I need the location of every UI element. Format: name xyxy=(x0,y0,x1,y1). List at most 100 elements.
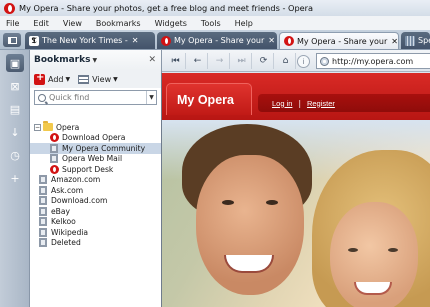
list-item[interactable]: Deleted xyxy=(30,238,161,249)
history-panel-icon[interactable]: ◷ xyxy=(6,146,24,164)
bookmark-label: Opera Web Mail xyxy=(62,154,123,164)
globe-icon xyxy=(320,56,329,66)
chevron-down-icon[interactable]: ▼ xyxy=(146,91,156,104)
quick-find-box: ▼ xyxy=(34,90,157,105)
menu-file[interactable]: File xyxy=(6,19,19,28)
list-item[interactable]: Amazon.com xyxy=(30,175,161,186)
close-icon[interactable]: ✕ xyxy=(268,36,275,45)
mail-panel-icon[interactable]: ⊠ xyxy=(6,77,24,95)
menu-edit[interactable]: Edit xyxy=(33,19,49,28)
menu-view[interactable]: View xyxy=(63,19,82,28)
bookmarks-panel-icon[interactable]: ▣ xyxy=(6,54,24,72)
navigation-toolbar: ⏮ ← → ⏭ ⟳ ⌂ i http://my.opera.com xyxy=(162,50,430,72)
window-title: My Opera - Share your photos, get a free… xyxy=(19,3,314,13)
add-label: Add xyxy=(48,74,64,84)
bookmarks-title[interactable]: Bookmarks xyxy=(34,55,90,65)
page-icon xyxy=(39,227,47,237)
close-icon[interactable]: ✕ xyxy=(148,55,156,65)
quick-find-input[interactable] xyxy=(49,93,137,102)
address-input[interactable]: http://my.opera.com xyxy=(332,57,413,66)
bookmark-label: Deleted xyxy=(51,238,81,248)
bookmark-label: Download.com xyxy=(51,196,108,206)
menu-widgets[interactable]: Widgets xyxy=(155,19,187,28)
tab-my-opera-1[interactable]: My Opera - Share your ✕ xyxy=(157,32,277,49)
page-icon xyxy=(39,175,47,185)
add-panel-icon[interactable]: + xyxy=(6,169,24,187)
page-icon xyxy=(39,206,47,216)
tab-bar: 𝕿 The New York Times - ✕ My Opera - Shar… xyxy=(0,30,430,50)
opera-logo-icon xyxy=(4,2,15,14)
chevron-down-icon: ▼ xyxy=(113,75,118,83)
info-icon[interactable]: i xyxy=(297,55,310,68)
opera-icon xyxy=(50,133,59,143)
tree-folder-opera[interactable]: − Opera xyxy=(30,121,161,133)
list-item[interactable]: eBay xyxy=(30,206,161,217)
transfers-panel-icon[interactable]: ↓ xyxy=(6,123,24,141)
search-icon xyxy=(38,93,46,102)
menu-bookmarks[interactable]: Bookmarks xyxy=(96,19,141,28)
speed-dial-icon xyxy=(405,35,415,46)
list-item[interactable]: Support Desk xyxy=(30,164,161,175)
panel-selector: ▣ ⊠ ▤ ↓ ◷ + xyxy=(0,50,30,307)
list-item[interactable]: Wikipedia xyxy=(30,227,161,238)
notes-panel-icon[interactable]: ▤ xyxy=(6,100,24,118)
close-icon[interactable]: ✕ xyxy=(391,37,398,46)
list-item[interactable]: Ask.com xyxy=(30,185,161,196)
bookmark-label: My Opera Community xyxy=(62,143,146,153)
list-item[interactable]: Opera Web Mail xyxy=(30,154,161,165)
bookmark-label: Download Opera xyxy=(62,133,126,143)
account-links: Log in | Register xyxy=(258,94,430,112)
view-label: View xyxy=(92,74,112,84)
back-button[interactable]: ← xyxy=(188,52,208,69)
opera-icon xyxy=(161,35,171,46)
bookmark-label: eBay xyxy=(51,206,71,216)
list-item-selected[interactable]: My Opera Community xyxy=(30,143,161,154)
add-icon xyxy=(34,72,45,85)
nyt-icon: 𝕿 xyxy=(29,35,39,46)
list-item[interactable]: Kelkoo xyxy=(30,217,161,228)
bookmark-label: Kelkoo xyxy=(51,217,76,227)
panel-toggle-button[interactable] xyxy=(3,33,21,47)
bookmark-label: Amazon.com xyxy=(51,175,101,185)
address-bar[interactable]: http://my.opera.com xyxy=(316,53,430,69)
folder-icon xyxy=(43,121,53,132)
folder-label: Opera xyxy=(56,122,80,132)
chevron-down-icon[interactable]: ▼ xyxy=(92,57,97,64)
tab-nyt[interactable]: 𝕿 The New York Times - ✕ xyxy=(25,32,155,49)
chevron-down-icon: ▼ xyxy=(65,75,71,83)
tab-label: Spe xyxy=(418,36,430,45)
menu-bar: File Edit View Bookmarks Widgets Tools H… xyxy=(0,16,430,30)
fast-forward-button[interactable]: ⏭ xyxy=(232,52,252,69)
bookmark-label: Support Desk xyxy=(62,164,114,174)
add-bookmark-button[interactable]: Add ▼ xyxy=(34,72,71,85)
tab-speed-dial[interactable]: Spe xyxy=(401,32,430,49)
page-icon xyxy=(39,196,47,206)
boy-eye xyxy=(222,200,234,205)
login-link[interactable]: Log in xyxy=(272,99,292,108)
panel-icon xyxy=(7,36,17,44)
trash-icon xyxy=(39,238,47,248)
rewind-button[interactable]: ⏮ xyxy=(166,52,186,69)
tab-my-opera-2[interactable]: My Opera - Share your ✕ xyxy=(279,32,399,49)
menu-tools[interactable]: Tools xyxy=(201,19,221,28)
list-item[interactable]: Download.com xyxy=(30,196,161,207)
opera-icon xyxy=(284,36,294,46)
web-page: My Opera Log in | Register xyxy=(162,73,430,307)
bookmark-label: Ask.com xyxy=(51,185,84,195)
girl-eye xyxy=(388,248,398,252)
list-item[interactable]: Download Opera xyxy=(30,133,161,144)
forward-button[interactable]: → xyxy=(210,52,230,69)
site-logo[interactable]: My Opera xyxy=(177,93,234,107)
site-logo-tab[interactable]: My Opera xyxy=(166,83,252,115)
register-link[interactable]: Register xyxy=(307,99,335,108)
page-icon xyxy=(50,143,58,153)
page-icon xyxy=(50,154,58,164)
reload-button[interactable]: ⟳ xyxy=(254,52,274,69)
menu-help[interactable]: Help xyxy=(235,19,253,28)
bookmark-tree: − Opera Download Opera My Opera Communit… xyxy=(30,121,161,249)
collapse-icon[interactable]: − xyxy=(34,123,41,131)
home-button[interactable]: ⌂ xyxy=(276,52,296,69)
close-icon[interactable]: ✕ xyxy=(132,36,139,45)
view-button[interactable]: View ▼ xyxy=(78,74,118,84)
opera-icon xyxy=(50,164,59,174)
